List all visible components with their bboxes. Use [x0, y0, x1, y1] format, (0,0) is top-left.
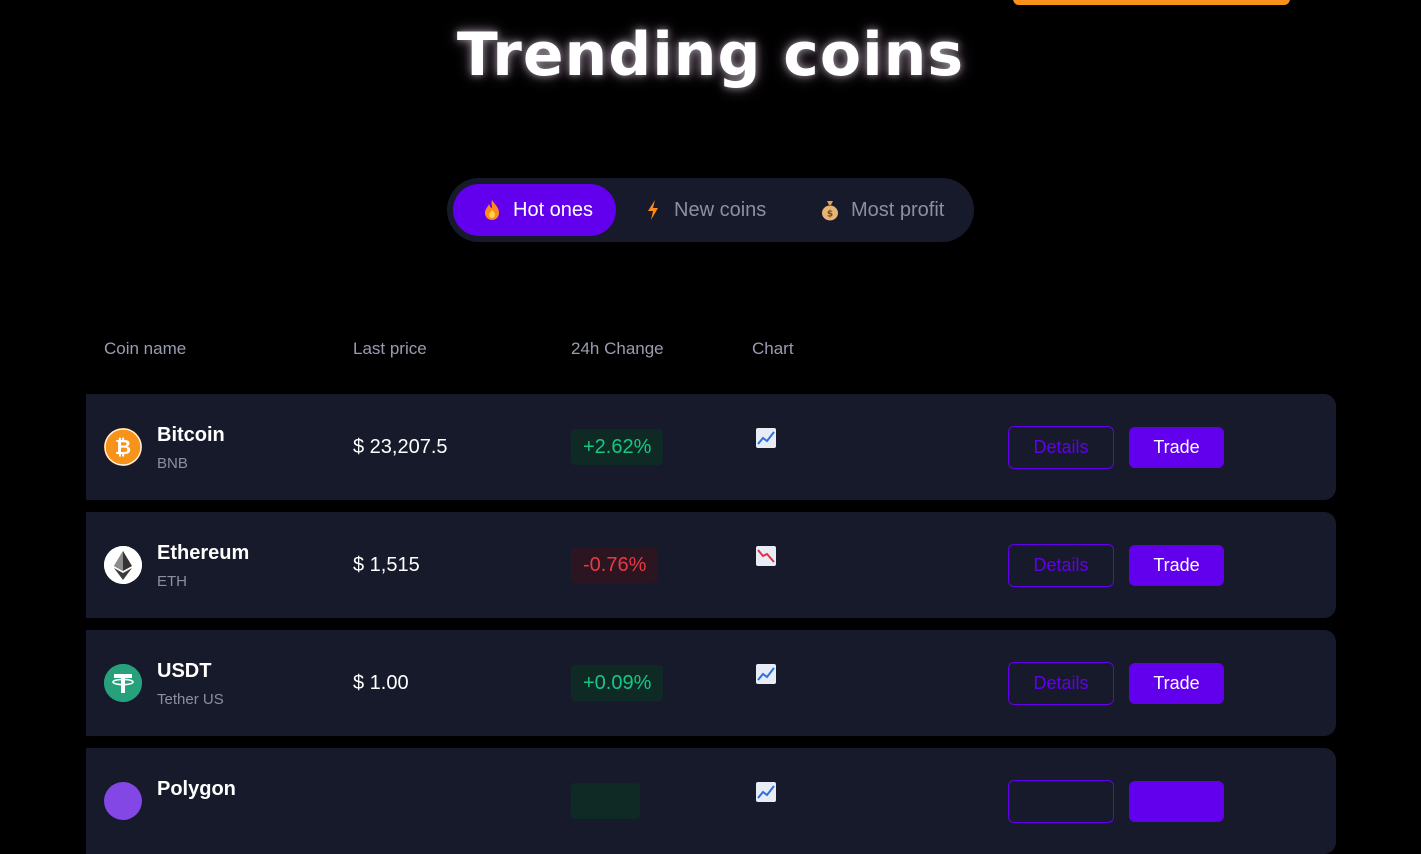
trade-button[interactable] [1129, 781, 1224, 822]
trade-button[interactable]: Trade [1129, 427, 1224, 468]
details-button[interactable]: Details [1008, 426, 1114, 469]
fire-icon [481, 199, 503, 221]
coin-symbol: ETH [157, 573, 187, 590]
chart-down-icon[interactable] [755, 545, 777, 567]
details-button[interactable] [1008, 780, 1114, 823]
chart-up-icon[interactable] [755, 427, 777, 449]
lightning-icon [642, 199, 664, 221]
tab-label: Hot ones [513, 198, 594, 221]
coin-symbol: Tether US [157, 691, 224, 708]
svg-text:$: $ [827, 210, 833, 220]
last-price: $ 23,207.5 [353, 436, 448, 458]
chart-up-icon[interactable] [755, 663, 777, 685]
change-badge [571, 783, 640, 819]
tab-label: Most profit [851, 198, 945, 221]
table-row: USDT Tether US $ 1.00 +0.09% Details Tra… [86, 630, 1336, 736]
coin-symbol: BNB [157, 455, 188, 472]
trade-button[interactable]: Trade [1129, 545, 1224, 586]
tether-icon [104, 664, 142, 702]
header-last-price: Last price [353, 339, 427, 358]
change-badge: +0.09% [571, 665, 664, 701]
trade-button[interactable]: Trade [1129, 663, 1224, 704]
change-badge: -0.76% [571, 547, 659, 583]
header-chart: Chart [752, 339, 794, 358]
svg-text:₿: ₿ [115, 435, 131, 459]
header-coin-name: Coin name [104, 339, 187, 358]
chart-up-icon[interactable] [755, 781, 777, 803]
last-price: $ 1,515 [353, 554, 420, 576]
tab-hot-ones[interactable]: Hot ones [453, 184, 616, 236]
details-button[interactable]: Details [1008, 544, 1114, 587]
tab-label: New coins [674, 198, 767, 221]
top-accent-bar [1013, 0, 1290, 5]
money-bag-icon: $ [819, 199, 841, 221]
table-row: Polygon [86, 748, 1336, 854]
header-24h-change: 24h Change [571, 339, 664, 358]
coin-name: Polygon [157, 778, 236, 800]
details-button[interactable]: Details [1008, 662, 1114, 705]
table-row: Ethereum ETH $ 1,515 -0.76% Details Trad… [86, 512, 1336, 618]
bitcoin-icon: ₿ [104, 428, 142, 466]
coin-name: USDT [157, 660, 212, 682]
category-tabs: Hot ones New coins $ Most profit [447, 178, 974, 242]
table-row: ₿ Bitcoin BNB $ 23,207.5 +2.62% Details … [86, 394, 1336, 500]
ethereum-icon [104, 546, 142, 584]
change-badge: +2.62% [571, 429, 664, 465]
coin-name: Bitcoin [157, 424, 225, 446]
last-price: $ 1.00 [353, 672, 409, 694]
tab-most-profit[interactable]: $ Most profit [819, 184, 959, 236]
page-title: Trending coins [456, 20, 965, 90]
tab-new-coins[interactable]: New coins [642, 184, 782, 236]
coin-name: Ethereum [157, 542, 250, 564]
